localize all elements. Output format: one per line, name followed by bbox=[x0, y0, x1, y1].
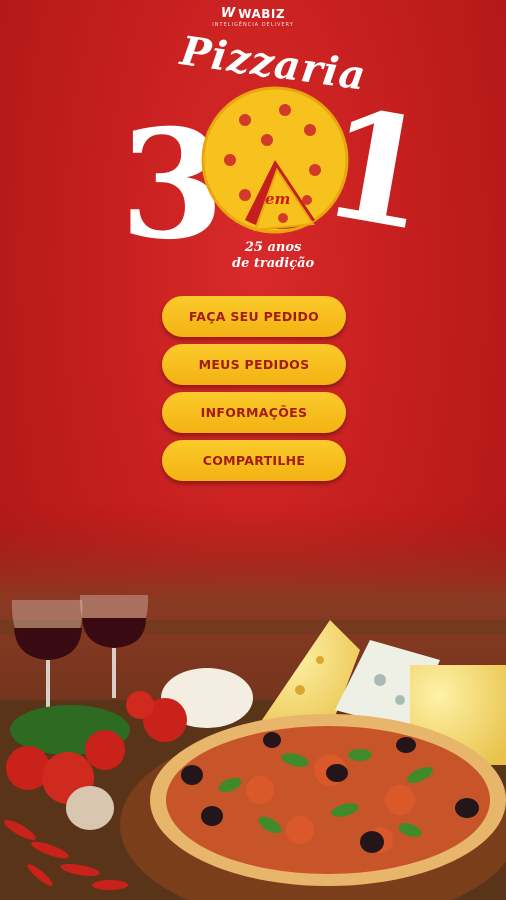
share-button[interactable]: COMPARTILHE bbox=[162, 440, 346, 481]
information-button[interactable]: INFORMAÇÕES bbox=[162, 392, 346, 433]
pizza-icon bbox=[201, 86, 349, 234]
home-screen: W WABIZ INTELIGÊNCIA DELIVERY Pizzaria 3… bbox=[0, 0, 506, 900]
my-orders-button[interactable]: MEUS PEDIDOS bbox=[162, 344, 346, 385]
place-order-button[interactable]: FAÇA SEU PEDIDO bbox=[162, 296, 346, 337]
wabiz-logo-icon: W bbox=[220, 6, 235, 21]
brand-header: W WABIZ bbox=[0, 6, 506, 21]
food-photo bbox=[0, 500, 506, 900]
logo-tagline: 25 anos de tradição bbox=[232, 240, 314, 272]
tagline-line-2: de tradição bbox=[232, 256, 315, 271]
pizzaria-logo: Pizzaria 3 1 em 25 anos de tradição bbox=[120, 27, 444, 275]
logo-connector: em bbox=[265, 190, 291, 208]
tagline-line-1: 25 anos bbox=[244, 240, 302, 255]
main-menu: FAÇA SEU PEDIDO MEUS PEDIDOS INFORMAÇÕES… bbox=[162, 296, 346, 481]
brand-subtitle: INTELIGÊNCIA DELIVERY bbox=[212, 22, 294, 28]
brand-name: WABIZ bbox=[238, 6, 286, 21]
